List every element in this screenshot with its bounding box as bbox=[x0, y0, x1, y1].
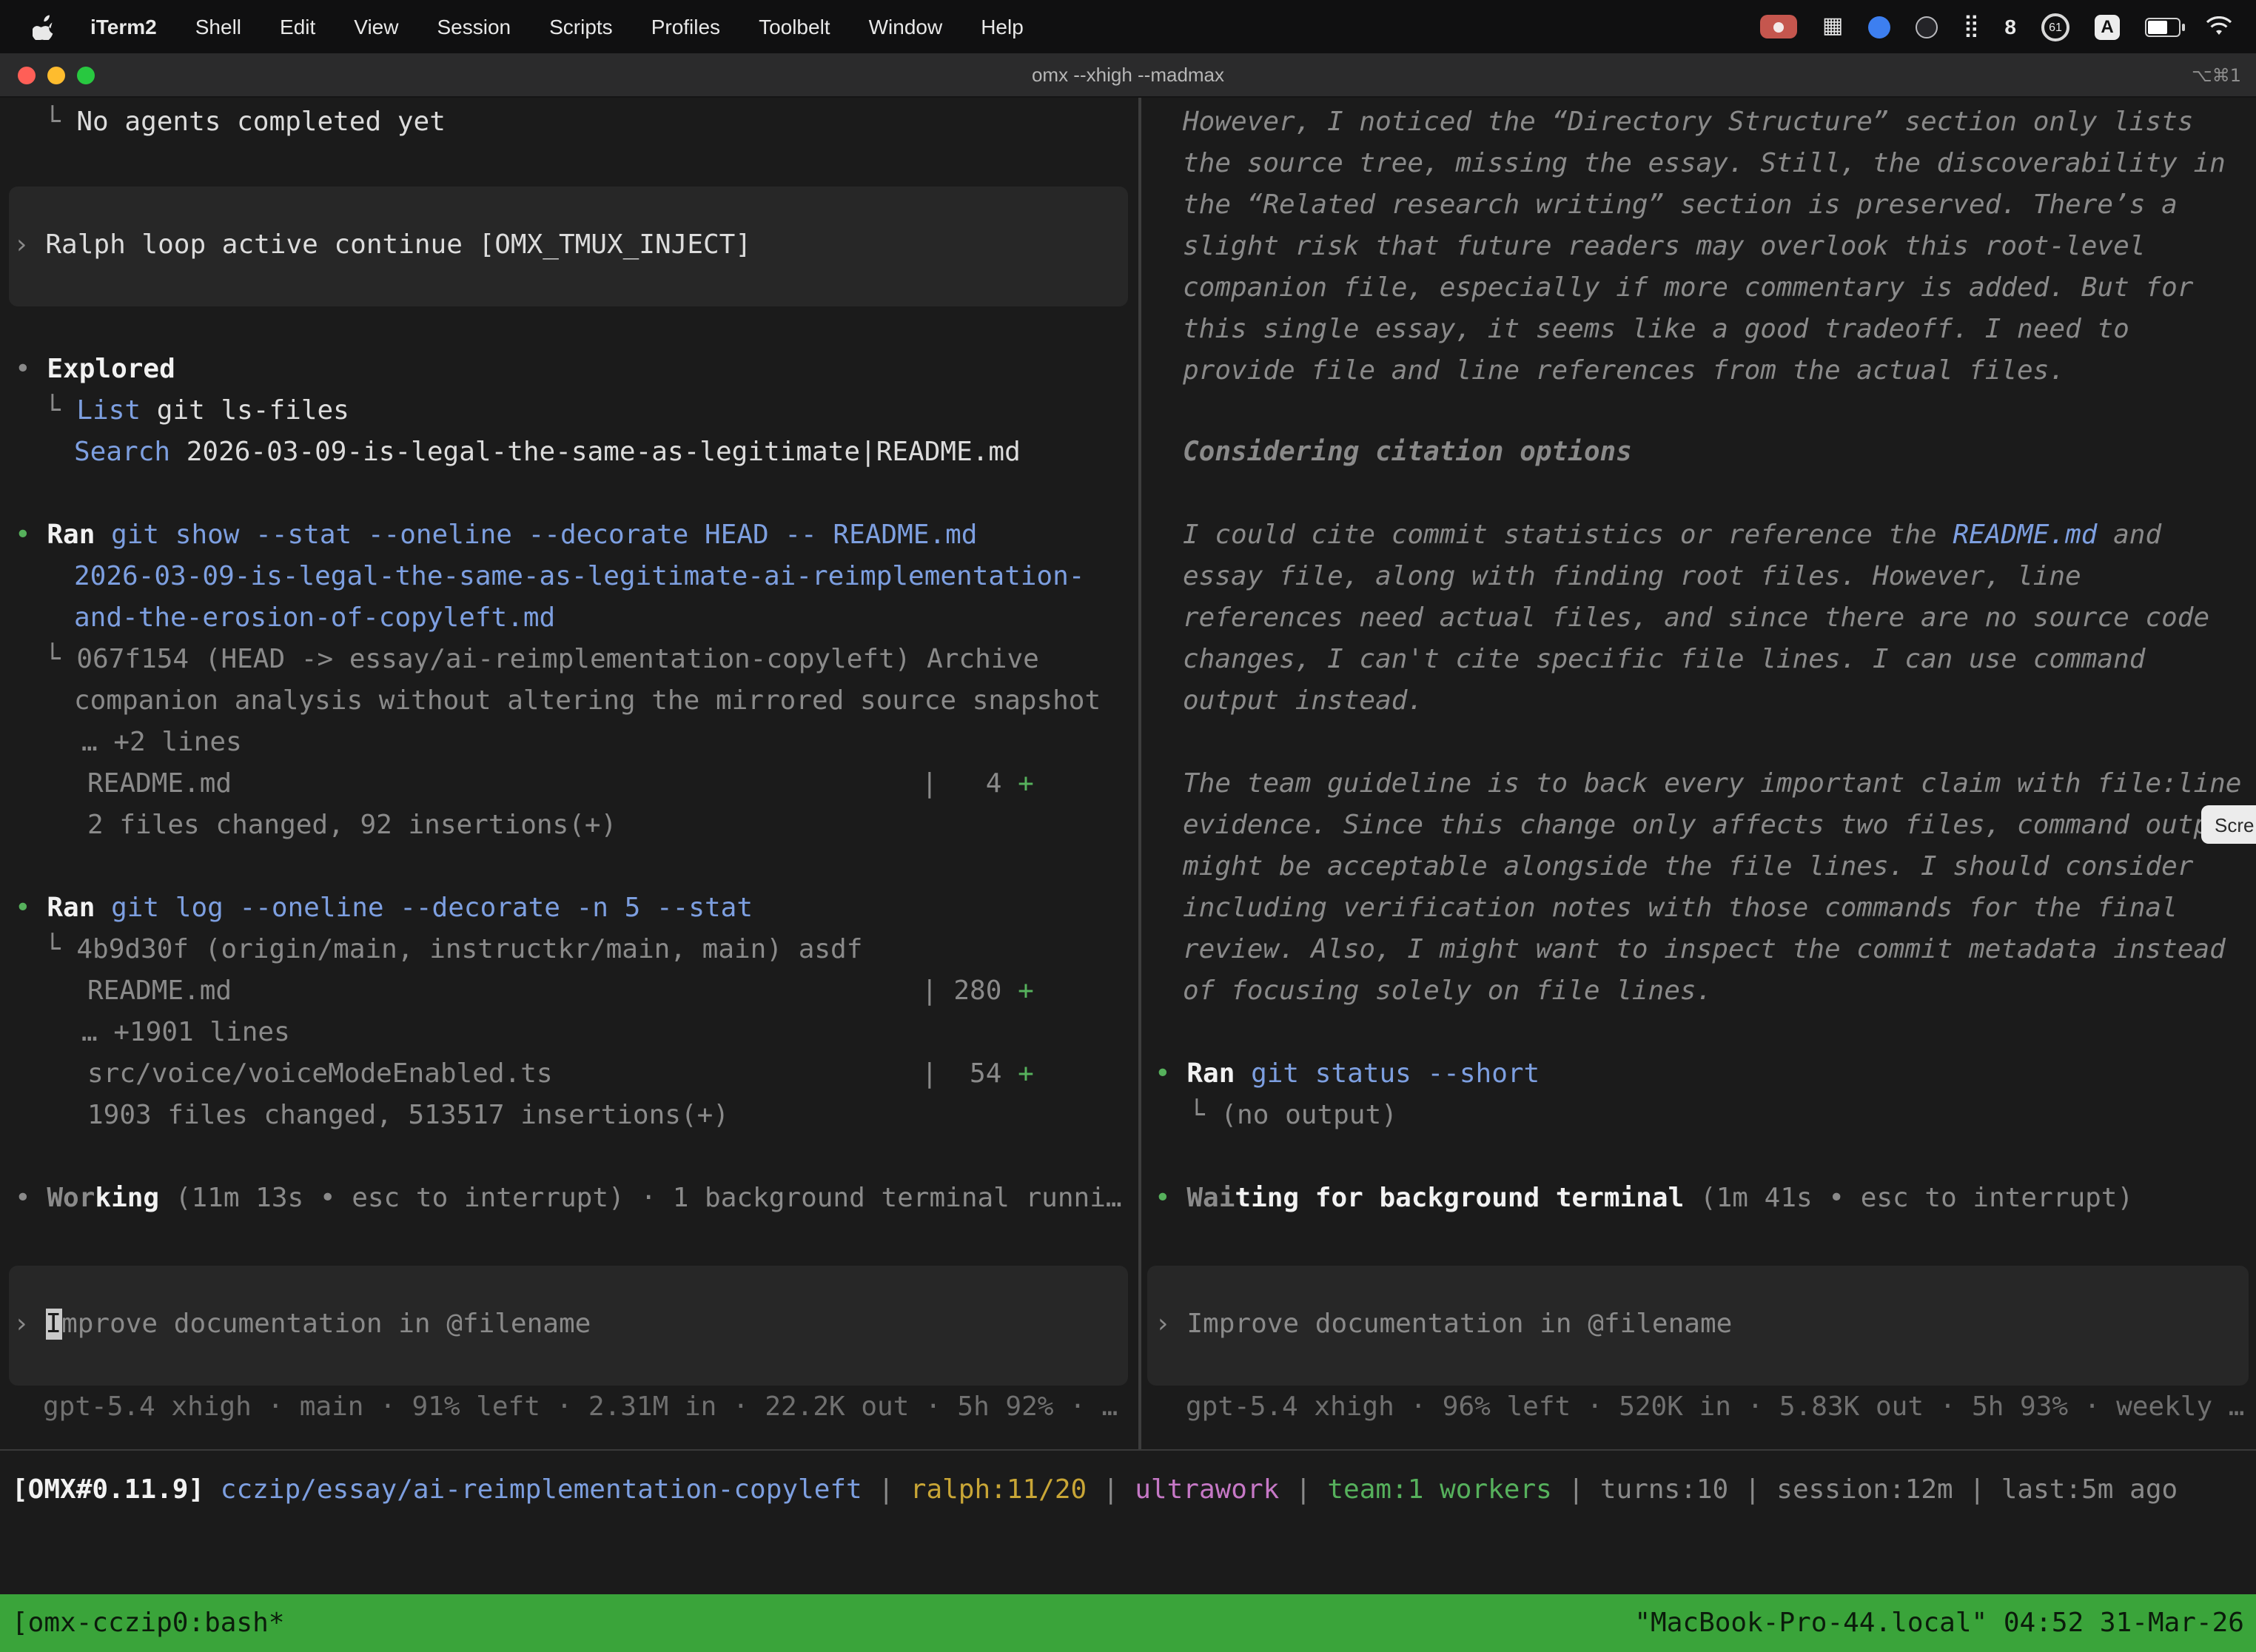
terminal-line: 1903 files changed, 513517 insertions(+) bbox=[87, 1095, 729, 1137]
terminal-line: └ 067f154 (HEAD -> essay/ai-reimplementa… bbox=[44, 639, 1039, 681]
blue-app-icon[interactable] bbox=[1868, 16, 1890, 38]
terminal-line: essay file, along with finding root file… bbox=[1183, 557, 2081, 598]
terminal-content: └ No agents completed yet › Ralph loop ac… bbox=[0, 98, 2256, 1449]
screen: iTerm2 Shell Edit View Session Scripts Profile… bbox=[0, 0, 2256, 1652]
terminal-line: companion analysis without altering the … bbox=[74, 681, 1101, 722]
minimize-button[interactable] bbox=[47, 66, 65, 84]
menu-item-edit[interactable]: Edit bbox=[280, 15, 315, 38]
terminal-line: I could cite commit statistics or refere… bbox=[1183, 515, 2161, 557]
terminal-line: src/voice/voiceModeEnabled.ts | 54 + bbox=[87, 1054, 1034, 1095]
battery-fill bbox=[2148, 20, 2167, 33]
menu-item-toolbelt[interactable]: Toolbelt bbox=[759, 15, 830, 38]
terminal-line: slight risk that future readers may over… bbox=[1183, 226, 2145, 268]
usage-status: gpt-5.4 xhigh · main · 91% left · 2.31M … bbox=[43, 1387, 1118, 1428]
terminal-line: … +2 lines bbox=[81, 722, 242, 764]
battery-tip bbox=[2182, 23, 2185, 30]
terminal-line: README.md | 280 + bbox=[87, 971, 1034, 1013]
omx-session-status: [OMX#0.11.9] cczip/essay/ai-reimplementa… bbox=[12, 1470, 2178, 1511]
terminal-line: output instead. bbox=[1183, 681, 1423, 722]
terminal-line: └ 4b9d30f (origin/main, instructkr/main,… bbox=[44, 930, 862, 971]
apple-menu-icon[interactable] bbox=[33, 13, 55, 40]
left-pane[interactable]: └ No agents completed yet › Ralph loop ac… bbox=[0, 98, 1138, 1449]
agents-completed-line: └ No agents completed yet bbox=[44, 102, 446, 144]
terminal-line: … +1901 lines bbox=[81, 1013, 290, 1054]
terminal-line: 2026-03-09-is-legal-the-same-as-legitima… bbox=[74, 557, 1084, 598]
battery-percent-icon[interactable]: 61 bbox=[2041, 13, 2069, 41]
menu-item-window[interactable]: Window bbox=[869, 15, 943, 38]
badge-8-icon[interactable]: 8 bbox=[2004, 13, 2016, 40]
terminal-line: README.md | 4 + bbox=[87, 764, 1034, 805]
menu-bar: iTerm2 Shell Edit View Session Scripts Profile… bbox=[0, 0, 2256, 53]
terminal-line: companion file, especially if more comme… bbox=[1183, 268, 2193, 309]
right-pane[interactable]: However, I noticed the “Directory Struct… bbox=[1141, 98, 2256, 1449]
ran-git-show: • Ran git show --stat --oneline --decora… bbox=[15, 515, 977, 557]
screen-tooltip[interactable]: Scre bbox=[2201, 805, 2256, 844]
tmux-status-bar: [omx-cczip0:bash* "MacBook-Pro-44.local"… bbox=[0, 1594, 2256, 1652]
grid-app-icon[interactable]: ▦ bbox=[1822, 13, 1843, 40]
battery-icon[interactable] bbox=[2145, 17, 2181, 36]
terminal-line: changes, I can't cite specific file line… bbox=[1183, 639, 2145, 681]
explored-header: • Explored bbox=[15, 349, 175, 391]
waiting-status: • Waiting for background terminal (1m 41… bbox=[1155, 1178, 2133, 1220]
terminal-line: However, I noticed the “Directory Struct… bbox=[1183, 102, 2193, 144]
terminal-line: provide file and line references from th… bbox=[1183, 351, 2065, 392]
window-controls bbox=[18, 66, 95, 84]
terminal-line: └ (no output) bbox=[1189, 1095, 1397, 1137]
menu-item-session[interactable]: Session bbox=[437, 15, 511, 38]
menu-item-scripts[interactable]: Scripts bbox=[549, 15, 613, 38]
terminal-line: └ List git ls-files bbox=[44, 391, 349, 432]
terminal-line: 2 files changed, 92 insertions(+) bbox=[87, 805, 617, 847]
menu-item-list: iTerm2 Shell Edit View Session Scripts Profile… bbox=[55, 15, 1024, 38]
menu-item-view[interactable]: View bbox=[354, 15, 398, 38]
working-status: • Working (11m 13s • esc to interrupt) ·… bbox=[15, 1178, 1122, 1220]
ran-git-log: • Ran git log --oneline --decorate -n 5 … bbox=[15, 888, 753, 930]
inject-line: › Ralph loop active continue [OMX_TMUX_I… bbox=[13, 225, 751, 266]
window-title-bar: omx --xhigh --madmax ⌥⌘1 bbox=[0, 53, 2256, 98]
wifi-icon[interactable] bbox=[2206, 16, 2232, 37]
menu-item-shell[interactable]: Shell bbox=[195, 15, 241, 38]
recording-dot-icon bbox=[1773, 21, 1784, 32]
terminal-line: review. Also, I might want to inspect th… bbox=[1183, 930, 2226, 971]
menu-item-profiles[interactable]: Profiles bbox=[651, 15, 720, 38]
terminal-line: The team guideline is to back every impo… bbox=[1183, 764, 2242, 805]
omx-status-line: [OMX#0.11.9] cczip/essay/ai-reimplementa… bbox=[0, 1470, 2256, 1511]
window-title: omx --xhigh --madmax bbox=[0, 64, 2256, 86]
terminal-line: this single essay, it seems like a good … bbox=[1183, 309, 2129, 351]
battery-percent-value: 61 bbox=[2049, 20, 2062, 33]
input-source-icon[interactable]: A bbox=[2095, 14, 2120, 39]
thinking-header: Considering citation options bbox=[1183, 432, 1632, 474]
zoom-button[interactable] bbox=[77, 66, 95, 84]
terminal-line: the source tree, missing the essay. Stil… bbox=[1183, 144, 2226, 185]
dots-grid-icon[interactable]: ⣿ bbox=[1963, 13, 1979, 40]
menu-item-iterm2[interactable]: iTerm2 bbox=[90, 15, 157, 38]
prompt-text: › Improve documentation in @filename bbox=[13, 1304, 591, 1346]
terminal-line: and-the-erosion-of-copyleft.md bbox=[74, 598, 555, 639]
terminal-line: of focusing solely on file lines. bbox=[1183, 971, 1712, 1013]
menu-bar-status-icons: ▦ ⣿ 8 61 A bbox=[1760, 13, 2232, 41]
close-button[interactable] bbox=[18, 66, 36, 84]
terminal-line: might be acceptable alongside the file l… bbox=[1183, 847, 2193, 888]
window-shortcut-badge: ⌥⌘1 bbox=[2192, 64, 2241, 85]
terminal-line: Search 2026-03-09-is-legal-the-same-as-l… bbox=[74, 432, 1021, 474]
usage-status: gpt-5.4 xhigh · 96% left · 520K in · 5.8… bbox=[1186, 1387, 2245, 1428]
ran-git-status: • Ran git status --short bbox=[1155, 1054, 1540, 1095]
prompt-text: › Improve documentation in @filename bbox=[1155, 1304, 1732, 1346]
terminal-line: references need actual files, and since … bbox=[1183, 598, 2209, 639]
screen-recording-indicator[interactable] bbox=[1760, 15, 1797, 38]
status-separator bbox=[0, 1449, 2256, 1451]
tmux-session-label: [omx-cczip0:bash* bbox=[12, 1608, 284, 1639]
dark-app-icon[interactable] bbox=[1916, 16, 1938, 38]
terminal-line: evidence. Since this change only affects… bbox=[1183, 805, 2242, 847]
tmux-host-clock: "MacBook-Pro-44.local" 04:52 31-Mar-26 bbox=[1634, 1608, 2244, 1639]
menu-item-help[interactable]: Help bbox=[981, 15, 1024, 38]
terminal-line: the “Related research writing” section i… bbox=[1183, 185, 2178, 226]
terminal-line: including verification notes with those … bbox=[1183, 888, 2178, 930]
